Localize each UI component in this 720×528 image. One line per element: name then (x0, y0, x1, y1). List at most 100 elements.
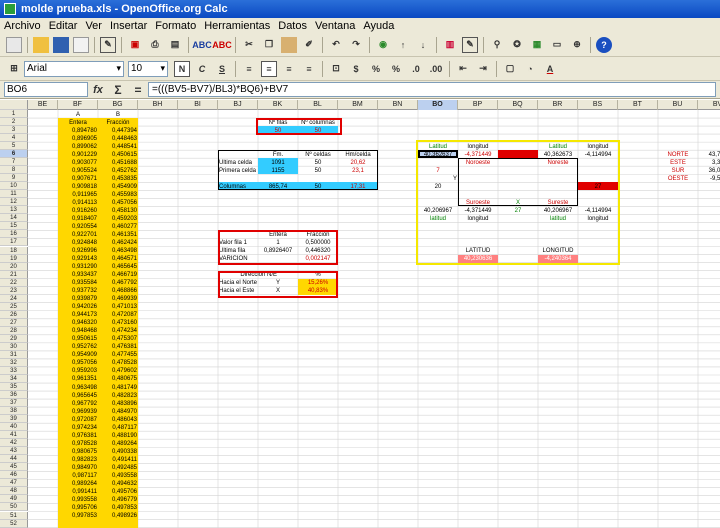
menu-ver[interactable]: Ver (81, 20, 106, 32)
sheet-corner[interactable] (0, 100, 28, 110)
decrease-indent-icon[interactable]: ⇤ (455, 61, 471, 77)
row-header-29[interactable]: 29 (0, 334, 28, 343)
copy-icon[interactable]: ❐ (261, 37, 277, 53)
show-draw-functions-icon[interactable]: ✎ (462, 36, 478, 53)
sort-descending-icon[interactable]: ↓ (415, 37, 431, 53)
row-header-23[interactable]: 23 (0, 286, 28, 295)
name-box[interactable]: BO6 (4, 82, 88, 97)
row-header-4[interactable]: 4 (0, 134, 28, 143)
row-header-52[interactable]: 52 (0, 519, 28, 528)
column-header-bf[interactable]: BF (58, 100, 98, 110)
column-header-bg[interactable]: BG (98, 100, 138, 110)
formula-input[interactable]: =(((BV5-BV7)/BL3)*BQ6)+BV7 (148, 82, 716, 97)
row-header-24[interactable]: 24 (0, 294, 28, 303)
menu-ayuda[interactable]: Ayuda (359, 20, 398, 32)
new-document-icon[interactable] (6, 36, 22, 53)
row-header-2[interactable]: 2 (0, 118, 28, 127)
bold-icon[interactable]: N (174, 60, 190, 77)
spreadsheet-grid[interactable]: BE BF BG BH BI BJ BK BL BM BN BO BP BQ BR BS BT BU BV 1 2 3 4… (0, 100, 720, 528)
background-color-icon[interactable]: ◔ (522, 61, 538, 77)
increase-indent-icon[interactable]: ⇥ (475, 61, 491, 77)
column-header-bu[interactable]: BU (658, 100, 698, 110)
insert-chart-icon[interactable]: ▥ (442, 37, 458, 53)
row-header-12[interactable]: 12 (0, 198, 28, 207)
column-header-bo[interactable]: BO (418, 100, 458, 110)
spellcheck-icon[interactable]: ABC (192, 37, 212, 53)
row-header-22[interactable]: 22 (0, 278, 28, 287)
row-header-16[interactable]: 16 (0, 230, 28, 239)
row-header-30[interactable]: 30 (0, 342, 28, 351)
font-name-combo[interactable]: Arial (24, 60, 124, 77)
cut-icon[interactable]: ✂ (241, 37, 257, 53)
row-header-11[interactable]: 11 (0, 190, 28, 199)
row-header-42[interactable]: 42 (0, 439, 28, 448)
menu-editar[interactable]: Editar (45, 20, 82, 32)
help-icon[interactable]: ? (596, 36, 612, 53)
row-header-19[interactable]: 19 (0, 254, 28, 263)
save-icon[interactable] (53, 36, 69, 53)
row-header-17[interactable]: 17 (0, 238, 28, 247)
row-header-8[interactable]: 8 (0, 166, 28, 175)
menu-archivo[interactable]: Archivo (0, 20, 45, 32)
data-sources-icon[interactable]: ▭ (549, 37, 565, 53)
merge-cells-icon[interactable]: ⊡ (328, 61, 344, 77)
row-header-28[interactable]: 28 (0, 326, 28, 335)
row-header-10[interactable]: 10 (0, 182, 28, 191)
row-header-50[interactable]: 50 (0, 503, 28, 512)
percent-format-icon[interactable]: % (368, 61, 384, 77)
row-header-3[interactable]: 3 (0, 126, 28, 135)
column-header-bn[interactable]: BN (378, 100, 418, 110)
format-paintbrush-icon[interactable]: ✐ (301, 37, 317, 53)
italic-icon[interactable]: C (194, 61, 210, 77)
function-wizard-icon[interactable]: fx (90, 82, 106, 98)
row-header-44[interactable]: 44 (0, 455, 28, 464)
column-header-bk[interactable]: BK (258, 100, 298, 110)
print-preview-icon[interactable]: ▤ (167, 37, 183, 53)
underline-icon[interactable]: S (214, 61, 230, 77)
row-header-13[interactable]: 13 (0, 206, 28, 215)
find-icon[interactable]: ⚲ (489, 37, 505, 53)
sort-ascending-icon[interactable]: ↑ (395, 37, 411, 53)
row-header-36[interactable]: 36 (0, 391, 28, 400)
currency-format-icon[interactable]: $ (348, 61, 364, 77)
row-header-41[interactable]: 41 (0, 431, 28, 440)
row-header-34[interactable]: 34 (0, 374, 28, 383)
row-header-9[interactable]: 9 (0, 174, 28, 183)
sum-icon[interactable]: Σ (110, 82, 126, 98)
menu-formato[interactable]: Formato (151, 20, 200, 32)
row-header-21[interactable]: 21 (0, 270, 28, 279)
font-size-combo[interactable]: 10 (128, 60, 168, 77)
column-header-bl[interactable]: BL (298, 100, 338, 110)
row-header-39[interactable]: 39 (0, 415, 28, 424)
mail-icon[interactable] (73, 36, 89, 53)
row-header-49[interactable]: 49 (0, 495, 28, 504)
row-header-31[interactable]: 31 (0, 350, 28, 359)
equals-icon[interactable]: = (130, 82, 146, 98)
edit-file-icon[interactable]: ✎ (100, 36, 116, 53)
navigator-icon[interactable]: ✪ (509, 37, 525, 53)
row-header-37[interactable]: 37 (0, 399, 28, 408)
undo-icon[interactable]: ↶ (328, 37, 344, 53)
font-color-icon[interactable]: A (542, 61, 558, 77)
row-header-45[interactable]: 45 (0, 463, 28, 472)
row-header-6[interactable]: 6 (0, 150, 28, 159)
column-header-bv[interactable]: BV (698, 100, 720, 110)
column-header-br[interactable]: BR (538, 100, 578, 110)
row-header-14[interactable]: 14 (0, 214, 28, 223)
column-header-bh[interactable]: BH (138, 100, 178, 110)
row-header-1[interactable]: 1 (0, 110, 28, 119)
row-header-15[interactable]: 15 (0, 222, 28, 231)
open-folder-icon[interactable] (33, 36, 49, 53)
row-header-20[interactable]: 20 (0, 262, 28, 271)
column-header-bt[interactable]: BT (618, 100, 658, 110)
row-header-32[interactable]: 32 (0, 358, 28, 367)
borders-icon[interactable]: ▢ (502, 61, 518, 77)
row-header-5[interactable]: 5 (0, 142, 28, 151)
row-header-26[interactable]: 26 (0, 310, 28, 319)
align-left-icon[interactable]: ≡ (241, 61, 257, 77)
menu-herramientas[interactable]: Herramientas (200, 20, 274, 32)
paste-icon[interactable] (281, 36, 297, 53)
row-header-33[interactable]: 33 (0, 366, 28, 375)
justify-icon[interactable]: ≡ (301, 61, 317, 77)
menu-insertar[interactable]: Insertar (106, 20, 151, 32)
